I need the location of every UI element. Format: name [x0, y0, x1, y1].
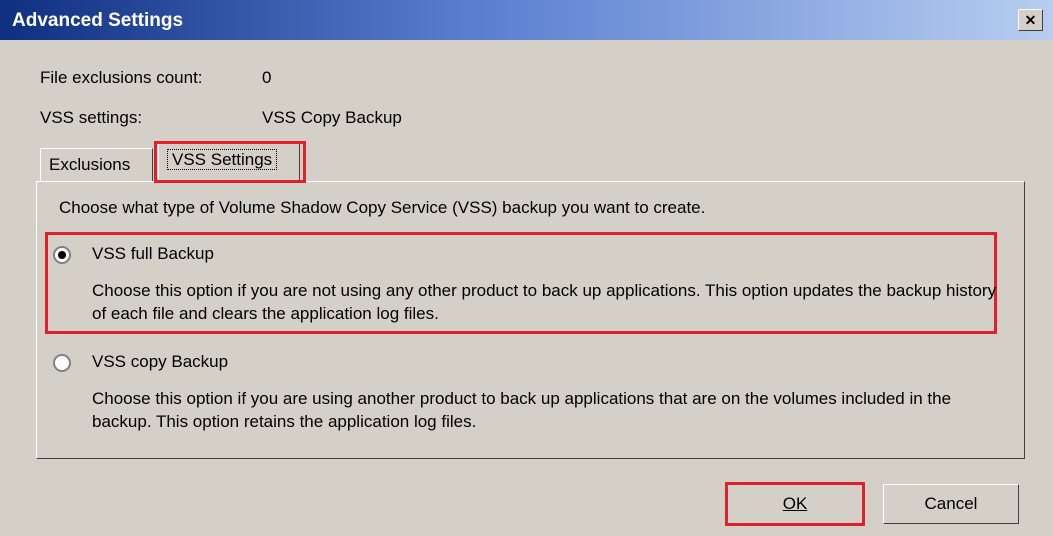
- copy-backup-label[interactable]: VSS copy Backup: [92, 352, 228, 372]
- cancel-button-label: Cancel: [924, 494, 978, 513]
- full-backup-description: Choose this option if you are not using …: [92, 281, 997, 323]
- copy-backup-radio[interactable]: [53, 354, 71, 372]
- tab-vss-settings-label: VSS Settings: [167, 149, 278, 170]
- tab-exclusions[interactable]: Exclusions: [40, 148, 153, 182]
- close-button[interactable]: ✕: [1018, 9, 1043, 31]
- window-title: Advanced Settings: [12, 10, 184, 31]
- vss-settings-label: VSS settings:: [40, 108, 143, 127]
- ok-button[interactable]: OK: [725, 482, 865, 526]
- full-backup-radio[interactable]: [53, 246, 71, 264]
- title-bar: Advanced Settings ✕: [0, 0, 1053, 40]
- tab-vss-settings[interactable]: VSS Settings: [158, 143, 300, 183]
- copy-backup-description: Choose this option if you are using anot…: [92, 389, 952, 431]
- full-backup-label[interactable]: VSS full Backup: [92, 244, 214, 264]
- close-icon: ✕: [1024, 11, 1037, 28]
- vss-settings-panel: Choose what type of Volume Shadow Copy S…: [36, 181, 1025, 459]
- exclusions-count-value: 0: [262, 68, 272, 87]
- panel-intro-text: Choose what type of Volume Shadow Copy S…: [59, 198, 706, 217]
- exclusions-count-label: File exclusions count:: [40, 68, 203, 87]
- radio-selected-dot: [58, 251, 66, 259]
- ok-button-label: OK: [782, 494, 808, 513]
- tab-exclusions-label: Exclusions: [49, 155, 131, 174]
- vss-settings-value: VSS Copy Backup: [262, 108, 402, 127]
- cancel-button[interactable]: Cancel: [883, 484, 1019, 524]
